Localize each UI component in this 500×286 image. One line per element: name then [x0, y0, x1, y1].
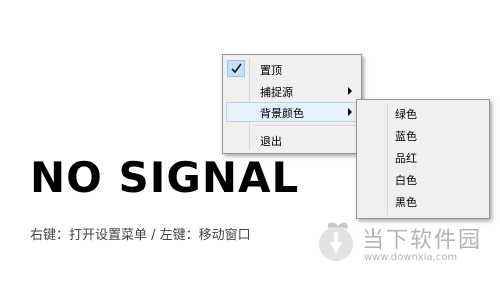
menu-item-label: 绿色 [395, 108, 417, 121]
submenu-item-green[interactable]: 绿色 [360, 103, 486, 123]
check-icon [227, 60, 245, 77]
menu-separator [253, 125, 358, 126]
menu-item-background-color[interactable]: 背景颜色 [226, 102, 358, 122]
menu-item-label: 背景颜色 [260, 107, 304, 120]
menu-item-capture-source[interactable]: 捕捉源 [226, 81, 358, 101]
menu-item-label: 退出 [260, 135, 282, 148]
submenu-arrow-icon [348, 87, 352, 95]
submenu-item-blue[interactable]: 蓝色 [360, 125, 486, 145]
submenu-item-magenta[interactable]: 品红 [360, 147, 486, 167]
submenu-arrow-icon [348, 108, 352, 116]
watermark: 当下软件园 www.downxia.com [316, 220, 492, 266]
menu-item-label: 白色 [395, 174, 417, 187]
usage-hint: 右键：打开设置菜单 / 左键：移动窗口 [30, 228, 251, 243]
menu-item-label: 蓝色 [395, 130, 417, 143]
context-menu: 置顶 捕捉源 背景颜色 退出 [222, 54, 362, 154]
submenu-item-white[interactable]: 白色 [360, 169, 486, 189]
background-color-submenu: 绿色 蓝色 品红 白色 黑色 [356, 99, 490, 219]
menu-item-exit[interactable]: 退出 [226, 130, 358, 150]
menu-item-always-on-top[interactable]: 置顶 [226, 59, 358, 79]
menu-item-label: 捕捉源 [260, 86, 293, 99]
watermark-brand: 当下软件园 [362, 228, 483, 253]
downxia-logo-icon [319, 222, 353, 261]
watermark-url: www.downxia.com [364, 252, 458, 263]
submenu-item-black[interactable]: 黑色 [360, 191, 486, 211]
no-signal-text: NO SIGNAL [30, 153, 300, 202]
menu-item-label: 品红 [395, 152, 417, 165]
menu-item-label: 置顶 [260, 64, 282, 77]
menu-item-label: 黑色 [395, 196, 417, 209]
